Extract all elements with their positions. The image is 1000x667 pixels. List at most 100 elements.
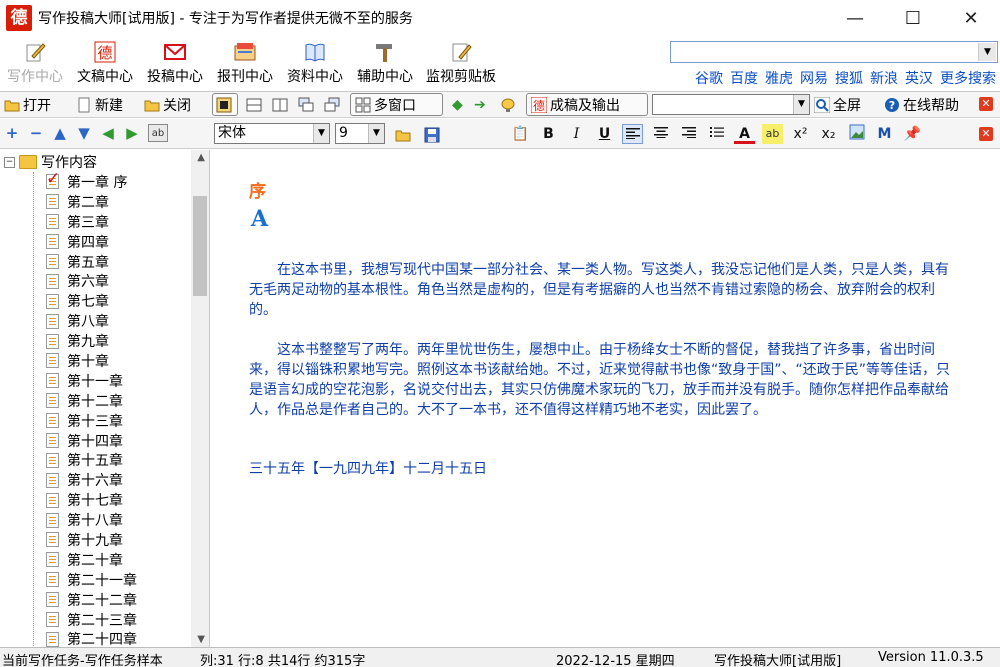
search-link-baidu[interactable]: 百度 [730, 68, 758, 88]
tree-item[interactable]: 第十九章 [46, 530, 137, 550]
back-arrow-button[interactable]: ◆ [452, 94, 463, 116]
chevron-down-icon[interactable]: ▼ [368, 124, 384, 143]
tree-item[interactable]: 第二十四章 [46, 629, 137, 647]
tree-item-label: 第二十三章 [67, 612, 137, 629]
new-button[interactable]: 新建 [76, 94, 123, 116]
tree-item[interactable]: 第五章 [46, 252, 137, 272]
search-link-more[interactable]: 更多搜索 [940, 68, 996, 88]
close-button[interactable]: ✕ [942, 0, 1000, 36]
italic-button[interactable]: I [566, 124, 587, 144]
tree-item[interactable]: 第九章 [46, 331, 137, 351]
tree-item[interactable]: 第十二章 [46, 391, 137, 411]
tree-item[interactable]: 第八章 [46, 311, 137, 331]
tile-button[interactable] [324, 94, 343, 116]
tree-item[interactable]: 第十一章 [46, 371, 137, 391]
save-button[interactable] [424, 124, 443, 146]
align-center-button[interactable] [650, 124, 671, 144]
scroll-up-icon[interactable]: ▲ [197, 152, 205, 163]
open-file-button[interactable] [395, 124, 414, 146]
search-link-netease[interactable]: 网易 [800, 68, 828, 88]
paste-icon[interactable]: 📋 [510, 124, 531, 144]
search-link-yahoo[interactable]: 雅虎 [765, 68, 793, 88]
close-doc-button[interactable]: 关闭 [144, 94, 191, 116]
open-button[interactable]: 打开 [4, 94, 51, 116]
tree-item[interactable]: 第十六章 [46, 470, 137, 490]
font-family-select[interactable]: 宋体 ▼ [214, 123, 330, 144]
tree-item[interactable]: 第十章 [46, 351, 137, 371]
tree-item[interactable]: 第四章 [46, 232, 137, 252]
scroll-thumb[interactable] [193, 196, 207, 296]
menu-assist-center[interactable]: 辅助中心 [350, 40, 420, 86]
document-combo[interactable]: ▼ [652, 94, 810, 115]
tree-item[interactable]: 第二十章 [46, 550, 137, 570]
highlight-button[interactable]: ab [762, 124, 783, 144]
fullscreen-button[interactable]: 全屏 [814, 94, 861, 116]
align-right-button[interactable] [678, 124, 699, 144]
search-link-dictionary[interactable]: 英汉 [905, 68, 933, 88]
tree-item-label: 第十五章 [67, 453, 123, 470]
multi-window-button[interactable]: 多窗口 [350, 93, 443, 116]
move-up-icon[interactable]: ▲ [52, 124, 68, 142]
close-toolbar-icon[interactable]: ✕ [979, 97, 993, 111]
split-horizontal-button[interactable] [246, 94, 265, 116]
tree-item[interactable]: 第三章 [46, 212, 137, 232]
search-input[interactable]: ▼ [670, 41, 998, 63]
tree-item[interactable]: 第二章 [46, 192, 137, 212]
editor-area[interactable]: 序 A 在这本书里，我想写现代中国某一部分社会、某一类人物。写这类人，我没忘记他… [211, 150, 1000, 647]
minimize-button[interactable]: — [826, 0, 884, 36]
forward-arrow-button[interactable]: ➔ [474, 94, 486, 116]
document-icon [46, 293, 59, 309]
pin-icon[interactable]: 📌 [902, 124, 923, 144]
bullet-list-button[interactable] [706, 124, 727, 144]
remove-node-icon[interactable]: − [28, 124, 44, 142]
rename-icon[interactable]: ab [148, 124, 168, 142]
export-button[interactable]: 德 成稿及输出 [526, 93, 648, 116]
font-size-select[interactable]: 9 ▼ [335, 123, 385, 144]
add-node-icon[interactable]: + [4, 124, 20, 142]
insert-image-icon[interactable] [846, 124, 867, 144]
find-replace-icon[interactable]: M [874, 124, 895, 144]
search-link-sohu[interactable]: 搜狐 [835, 68, 863, 88]
menu-writing-center[interactable]: 写作中心 [0, 40, 70, 86]
cascade-button[interactable] [298, 94, 317, 116]
chevron-down-icon[interactable]: ▼ [313, 124, 329, 143]
editor-mode-button[interactable] [212, 93, 238, 116]
tree-item[interactable]: 第十三章 [46, 411, 137, 431]
tip-button[interactable] [500, 94, 519, 116]
subscript-button[interactable]: x₂ [818, 124, 839, 144]
superscript-button[interactable]: x² [790, 124, 811, 144]
indent-icon[interactable]: ▶ [124, 124, 140, 142]
menu-manuscript-center[interactable]: 德 文稿中心 [70, 40, 140, 86]
scrollbar[interactable]: ▲ ▼ [191, 150, 209, 647]
move-down-icon[interactable]: ▼ [76, 124, 92, 142]
font-color-button[interactable]: A [734, 124, 755, 144]
underline-button[interactable]: U [594, 124, 615, 144]
tree-item[interactable]: 第二十三章 [46, 610, 137, 630]
outdent-icon[interactable]: ◀ [100, 124, 116, 142]
tree-item[interactable]: 第一章 序 [46, 169, 137, 192]
close-format-toolbar-icon[interactable]: ✕ [979, 127, 993, 141]
tree-item[interactable]: 第二十一章 [46, 570, 137, 590]
menu-submission-center[interactable]: 投稿中心 [140, 40, 210, 86]
tree-item[interactable]: 第十八章 [46, 510, 137, 530]
chevron-down-icon[interactable]: ▼ [793, 95, 809, 114]
menu-resource-center[interactable]: 资料中心 [280, 40, 350, 86]
tree-item[interactable]: 第六章 [46, 271, 137, 291]
tree-item[interactable]: 第十七章 [46, 490, 137, 510]
menu-periodical-center[interactable]: 报刊中心 [210, 40, 280, 86]
collapse-icon[interactable]: − [4, 156, 15, 168]
chevron-down-icon[interactable]: ▼ [978, 43, 996, 61]
online-help-button[interactable]: ? 在线帮助 [884, 94, 959, 116]
tree-item[interactable]: 第十四章 [46, 431, 137, 451]
align-left-button[interactable] [622, 124, 643, 144]
maximize-button[interactable]: ☐ [884, 0, 942, 36]
tree-item[interactable]: 第十五章 [46, 450, 137, 470]
tree-item[interactable]: 第二十二章 [46, 590, 137, 610]
split-vertical-button[interactable] [272, 94, 291, 116]
scroll-down-icon[interactable]: ▼ [197, 634, 205, 645]
search-link-google[interactable]: 谷歌 [695, 68, 723, 88]
bold-button[interactable]: B [538, 124, 559, 144]
tree-item[interactable]: 第七章 [46, 291, 137, 311]
menu-clipboard-monitor[interactable]: 监视剪贴板 [420, 40, 502, 86]
search-link-sina[interactable]: 新浪 [870, 68, 898, 88]
